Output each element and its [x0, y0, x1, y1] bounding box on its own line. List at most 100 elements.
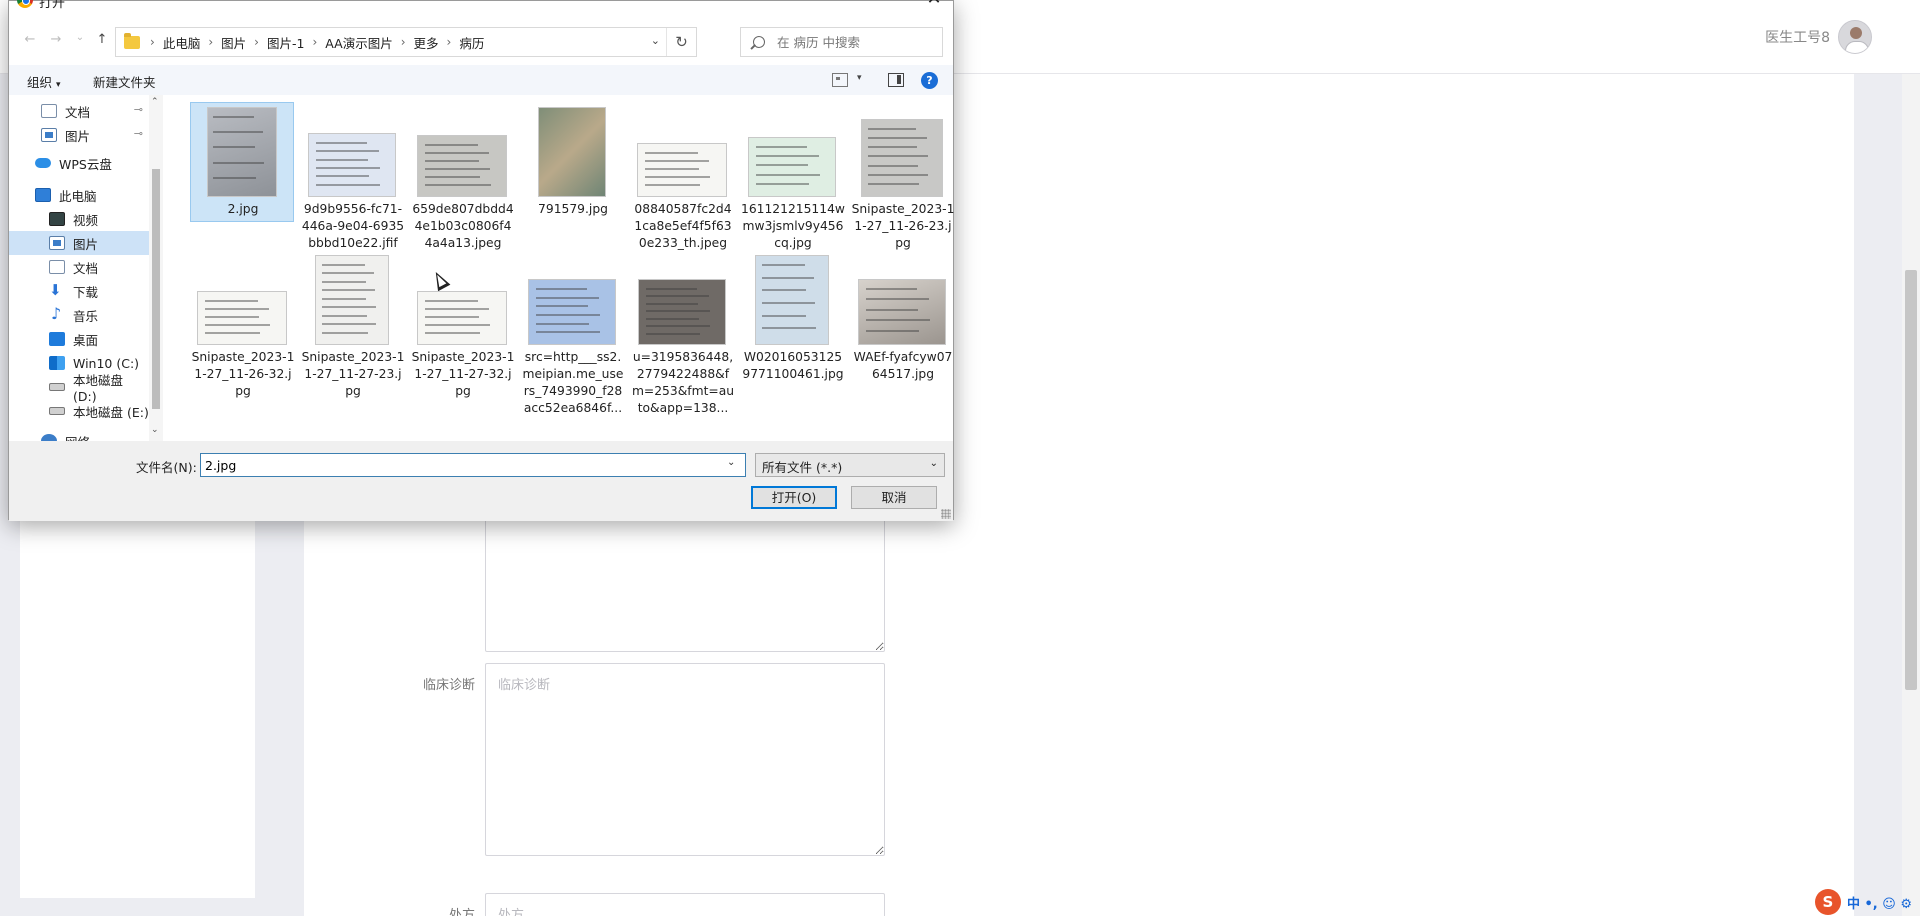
recent-locations-icon[interactable]: ⌄ [71, 32, 89, 50]
sogou-ime-icon[interactable]: S [1814, 889, 1841, 915]
search-input[interactable] [777, 34, 927, 50]
filename-label: 文件名(N): [136, 460, 197, 475]
file-item[interactable]: Snipaste_2023-11-27_11-27-32.jpg [410, 250, 514, 398]
file-item[interactable]: Snipaste_2023-11-27_11-27-23.jpg [300, 250, 404, 398]
cancel-button[interactable]: 取消 [851, 486, 937, 509]
page-scrollbar-thumb[interactable] [1905, 270, 1917, 690]
breadcrumb-separator-icon[interactable]: › [204, 35, 217, 49]
file-item[interactable]: src=http___ss2.meipian.me_users_7493990_… [520, 250, 624, 415]
file-item[interactable]: 2.jpg [190, 102, 294, 222]
file-item[interactable]: Snipaste_2023-11-27_11-26-32.jpg [190, 250, 294, 398]
breadcrumb-item[interactable]: 更多 [410, 33, 443, 52]
file-name: Snipaste_2023-11-27_11-26-32.jpg [191, 350, 295, 398]
file-open-dialog: 打开 ✕ ← → ⌄ ↑ ›此电脑›图片›图片-1›AA演示图片›更多›病历 ⌄… [8, 0, 954, 521]
file-name: 9d9b9556-fc71-446a-9e04-6935bbbd10e22.jf… [301, 202, 405, 250]
nav-item[interactable]: 下载 [9, 279, 149, 303]
help-icon[interactable]: ? [921, 72, 938, 89]
nav-item-label: 音乐 [73, 308, 99, 324]
nav-item[interactable]: 音乐 [9, 303, 149, 327]
breadcrumb-separator-icon[interactable]: › [250, 35, 263, 49]
clinical-diagnosis-label: 临床诊断 [422, 678, 475, 693]
nav-item-label: 桌面 [73, 332, 99, 348]
file-item[interactable]: 08840587fc2d41ca8e5ef4f5f630e233_th.jpeg [630, 102, 734, 250]
close-icon[interactable]: ✕ [921, 0, 947, 9]
file-item[interactable]: Snipaste_2023-11-27_11-26-23.jpg [850, 102, 954, 250]
nav-item[interactable]: WPS云盘 [9, 151, 149, 175]
organize-button[interactable]: 组织 ▾ [27, 72, 61, 91]
breadcrumb-item[interactable]: 此电脑 [159, 33, 205, 52]
breadcrumb-separator-icon[interactable]: › [443, 35, 456, 49]
clinical-diagnosis-field[interactable] [485, 663, 885, 856]
breadcrumb-item[interactable]: 病历 [455, 33, 488, 52]
nav-item[interactable]: 图片 [9, 231, 149, 255]
form-textarea-above[interactable] [485, 500, 885, 652]
file-item[interactable]: W020160531259771100461.jpg [740, 250, 844, 381]
user-menu[interactable]: 医生工号8 [1765, 20, 1872, 54]
nav-item[interactable]: 网络 [9, 429, 149, 441]
address-bar[interactable]: › 此电脑 › 图片 › 图片-1 › AA演示图片 › 更多 › 病历 ⌄ ↻ [115, 27, 697, 57]
chevron-down-icon[interactable]: ⌄ [651, 34, 660, 47]
file-name: 791579.jpg [538, 202, 608, 216]
caret-down-icon[interactable]: ▾ [857, 73, 862, 83]
ime-status-text[interactable]: 中 •, ☺ ⚙ [1847, 893, 1912, 912]
computer-icon [35, 188, 51, 202]
nav-item[interactable]: 图片 ⊸ [9, 123, 149, 147]
file-thumbnail [528, 279, 616, 345]
new-folder-button[interactable]: 新建文件夹 [93, 72, 156, 91]
file-item[interactable]: 161121215114wmw3jsmlv9y456cq.jpg [740, 102, 845, 250]
chevron-down-icon[interactable]: ⌄ [727, 457, 735, 468]
file-name: src=http___ss2.meipian.me_users_7493990_… [522, 350, 624, 415]
forward-arrow-icon[interactable]: → [47, 32, 65, 50]
back-arrow-icon[interactable]: ← [21, 32, 39, 50]
scroll-up-icon[interactable]: ⌃ [151, 97, 159, 107]
file-item[interactable]: 791579.jpg [520, 102, 624, 222]
file-name: 08840587fc2d41ca8e5ef4f5f630e233_th.jpeg [634, 202, 732, 250]
desktop-icon [49, 332, 65, 346]
file-name: Snipaste_2023-11-27_11-27-23.jpg [301, 350, 405, 398]
nav-item[interactable]: 本地磁盘 (D:) [9, 373, 149, 404]
resize-grip-icon[interactable] [941, 509, 951, 519]
refresh-icon[interactable]: ↻ [666, 28, 696, 56]
file-name: Snipaste_2023-11-27_11-26-23.jpg [851, 202, 955, 250]
scroll-down-icon[interactable]: ⌄ [151, 425, 159, 435]
network-icon [41, 434, 57, 441]
prescription-label: 处方 [448, 908, 475, 916]
breadcrumb-item[interactable]: 图片-1 [263, 33, 308, 52]
breadcrumb-separator-icon[interactable]: › [308, 35, 321, 49]
nav-item[interactable]: 此电脑 [9, 183, 149, 207]
file-item[interactable]: 9d9b9556-fc71-446a-9e04-6935bbbd10e22.jf… [300, 102, 404, 250]
file-thumbnail [207, 107, 277, 197]
filetype-value: 所有文件 (*.*) [762, 460, 843, 475]
filetype-select[interactable]: 所有文件 (*.*) ⌄ [755, 453, 945, 477]
page-scrollbar[interactable] [1902, 74, 1920, 916]
breadcrumb: › 此电脑 › 图片 › 图片-1 › AA演示图片 › 更多 › 病历 [146, 33, 488, 52]
dialog-titlebar[interactable]: 打开 ✕ [9, 0, 953, 15]
prescription-field[interactable] [485, 893, 885, 916]
nav-item[interactable]: 文档 [9, 255, 149, 279]
nav-item[interactable]: 文档 ⊸ [9, 99, 149, 123]
nav-item[interactable]: 本地磁盘 (E:) [9, 399, 149, 423]
ime-toolbar[interactable]: S 中 •, ☺ ⚙ [1814, 888, 1912, 916]
nav-item[interactable]: 桌面 [9, 327, 149, 351]
file-name: W020160531259771100461.jpg [742, 350, 844, 381]
view-options-icon[interactable] [832, 73, 848, 87]
nav-item[interactable]: 视频 [9, 207, 149, 231]
breadcrumb-separator-icon[interactable]: › [397, 35, 410, 49]
up-arrow-icon[interactable]: ↑ [93, 32, 111, 50]
avatar[interactable] [1838, 20, 1872, 54]
filename-input[interactable] [200, 453, 746, 477]
breadcrumb-item[interactable]: 图片 [217, 33, 250, 52]
navigation-scrollbar-thumb[interactable] [152, 169, 160, 409]
file-name: 2.jpg [227, 202, 259, 216]
navigation-scrollbar[interactable]: ⌃ ⌄ [149, 95, 163, 441]
file-item[interactable]: WAEf-fyafcyw0764517.jpg [850, 250, 954, 381]
dialog-footer: 文件名(N): ⌄ 所有文件 (*.*) ⌄ 打开(O) 取消 [9, 441, 953, 521]
breadcrumb-item[interactable]: AA演示图片 [321, 33, 396, 52]
file-item[interactable]: u=3195836448,2779422488&fm=253&fmt=auto&… [630, 250, 734, 415]
open-button[interactable]: 打开(O) [751, 486, 837, 509]
breadcrumb-separator-icon[interactable]: › [146, 35, 159, 49]
preview-pane-icon[interactable] [888, 73, 904, 87]
file-item[interactable]: 659de807dbdd44e1b03c0806f44a4a13.jpeg [410, 102, 514, 250]
search-box[interactable] [740, 27, 943, 57]
file-thumbnail [417, 135, 507, 197]
